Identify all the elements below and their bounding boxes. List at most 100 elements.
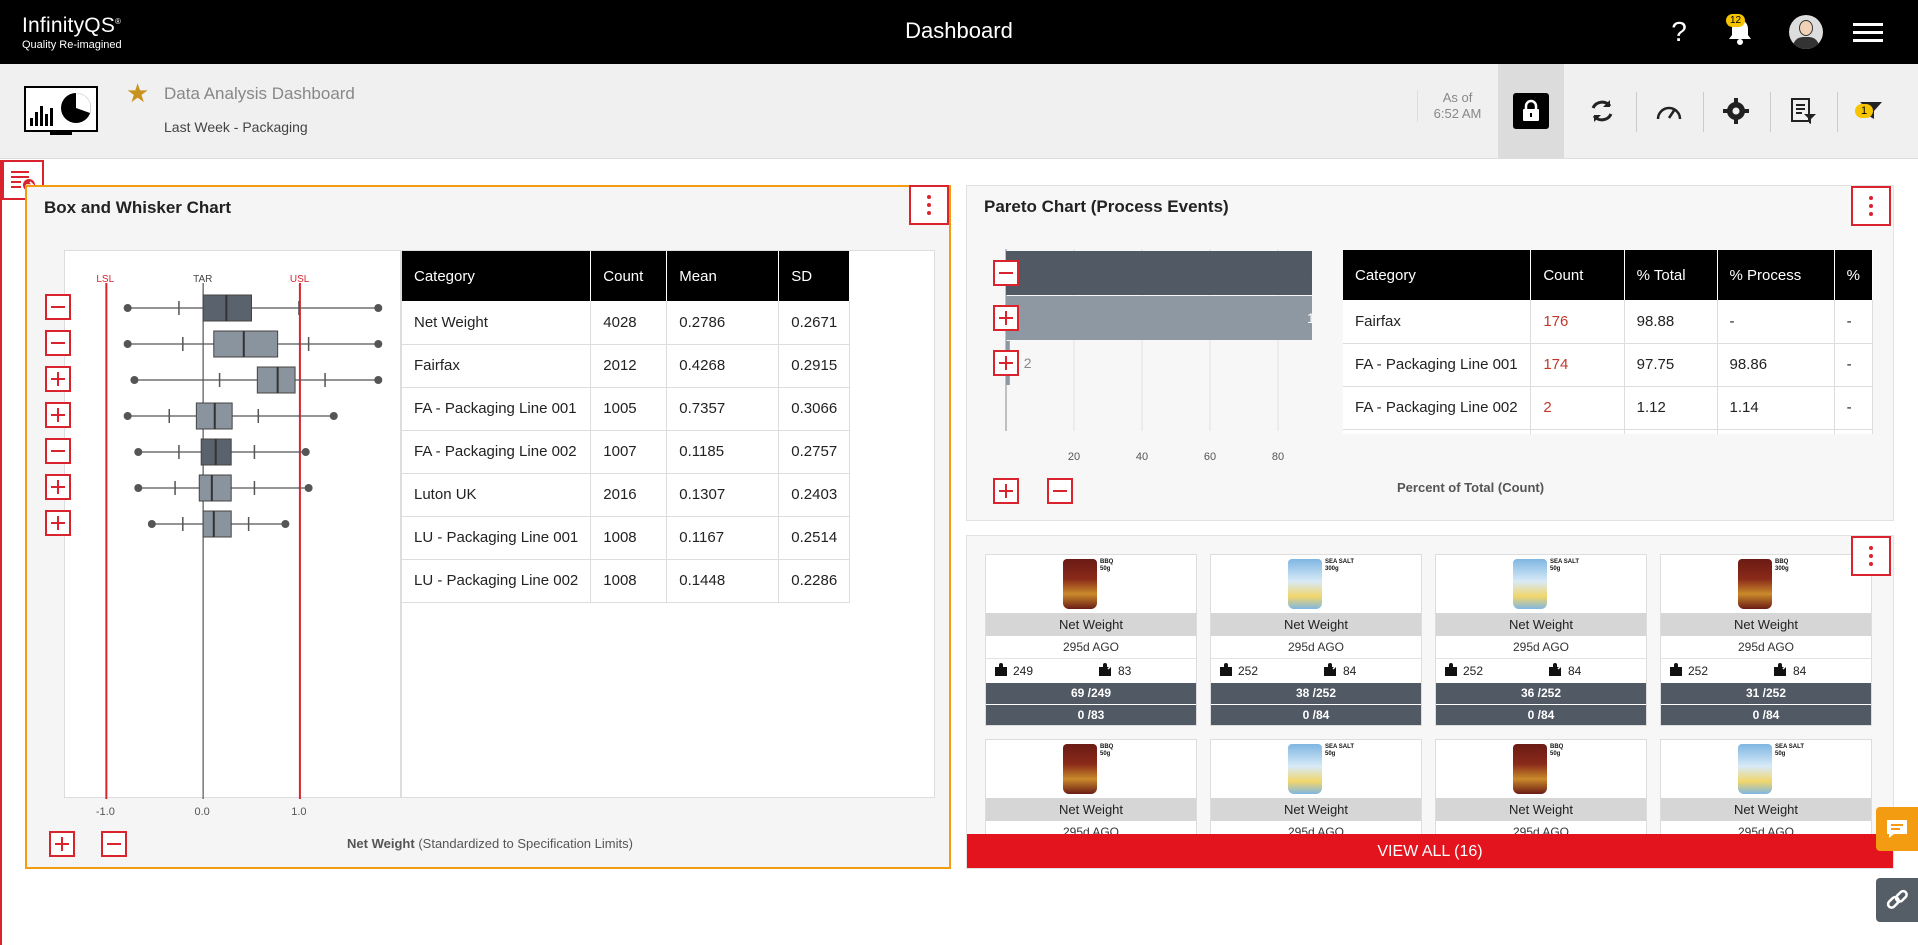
box-plot-4[interactable] — [134, 438, 310, 466]
measurement-tile[interactable]: SEA SALT 50g Net Weight 295d AGO — [1210, 739, 1422, 845]
bag-flavor-label: BBQ 300g — [1775, 559, 1789, 572]
performance-button[interactable] — [1636, 64, 1702, 158]
table-row[interactable]: LU - Packaging Line 002 1008 0.1448 0.2286 — [402, 559, 851, 603]
pareto-col-header[interactable]: Count — [1530, 250, 1625, 300]
pareto-menu-button[interactable] — [1851, 186, 1891, 226]
pareto-bar[interactable] — [1006, 296, 1312, 340]
table-row[interactable]: FA - Packaging Line 002 1007 0.1185 0.2757 — [402, 430, 851, 474]
bag-flavor-label: BBQ 50g — [1100, 744, 1114, 757]
expand-row-button[interactable] — [45, 402, 71, 428]
table-cell-process: 98.86 — [1717, 343, 1835, 387]
tile-stat-a: 249 — [1013, 664, 1034, 678]
max-marker — [374, 304, 383, 312]
bag-flavor-label: BBQ 50g — [1100, 559, 1114, 572]
table-row[interactable]: Luton UK 2016 0.1307 0.2403 — [402, 473, 851, 517]
box-iqr — [256, 366, 296, 394]
box-plot-3[interactable] — [123, 402, 338, 430]
tile-stats: 249 83 — [986, 659, 1196, 683]
chat-button[interactable] — [1876, 807, 1918, 851]
measurement-tile[interactable]: BBQ 50g Net Weight 295d AGO — [1435, 739, 1647, 845]
measurement-tile[interactable]: BBQ 50g Net Weight 295d AGO 249 83 69 /249 0 /… — [985, 554, 1197, 726]
table-row[interactable]: FA - Packaging Line 001 1005 0.7357 0.3066 — [402, 387, 851, 431]
settings-button[interactable] — [1703, 64, 1769, 158]
measurement-tile[interactable]: BBQ 50g Net Weight 295d AGO — [985, 739, 1197, 845]
menu-button[interactable] — [1850, 0, 1886, 64]
box-plot-2[interactable] — [130, 366, 383, 394]
notification-badge: 12 — [1726, 14, 1746, 27]
box-whisker-col-header[interactable]: Count — [590, 251, 668, 301]
report-filter-button[interactable] — [1770, 64, 1836, 158]
table-cell-total: 97.75 — [1624, 343, 1718, 387]
filter-count-badge: 1 — [1855, 104, 1874, 118]
pareto-x-tick: 80 — [1271, 451, 1285, 463]
chip-bag-icon — [1288, 744, 1322, 794]
box-plot-6[interactable] — [147, 510, 290, 538]
box-whisker-col-header[interactable]: Category — [402, 251, 592, 301]
expand-row-button[interactable] — [993, 305, 1019, 331]
bag-flavor-label: SEA SALT 50g — [1550, 559, 1580, 572]
pareto-col-header[interactable]: Category — [1343, 250, 1532, 300]
gear-icon — [1723, 98, 1749, 124]
user-avatar[interactable] — [1788, 0, 1824, 64]
box-plot-1[interactable] — [123, 330, 383, 358]
measurement-tile[interactable]: BBQ 300g Net Weight 295d AGO 252 84 31 /252 0 … — [1660, 554, 1872, 726]
table-cell-count: 1008 — [590, 516, 668, 560]
collapse-row-button[interactable] — [45, 330, 71, 356]
box-whisker-col-header[interactable]: Mean — [666, 251, 780, 301]
filter-button[interactable]: 1 — [1837, 64, 1903, 158]
table-cell — [1717, 429, 1835, 434]
table-cell-count[interactable]: 174 — [1530, 343, 1625, 387]
table-row[interactable]: FA - Packaging Line 002 2 1.12 1.14- — [1343, 386, 1873, 430]
pareto-col-header[interactable]: % Total — [1624, 250, 1718, 300]
measurement-tile[interactable]: SEA SALT 50g Net Weight 295d AGO — [1660, 739, 1872, 845]
table-cell-count[interactable]: 176 — [1530, 300, 1625, 344]
collapse-row-button[interactable] — [993, 260, 1019, 286]
as-of-label: As of — [1442, 90, 1473, 105]
expand-row-button[interactable] — [45, 366, 71, 392]
table-cell-sd: 0.2514 — [778, 516, 851, 560]
table-row[interactable]: Fairfax 2012 0.4268 0.2915 — [402, 344, 851, 388]
table-cell — [1343, 429, 1532, 434]
box-plot-5[interactable] — [134, 474, 313, 502]
pareto-bar[interactable] — [1006, 251, 1312, 295]
expand-row-button[interactable] — [45, 474, 71, 500]
pareto-col-header[interactable]: % — [1834, 250, 1873, 300]
box-whisker-col-header[interactable]: SD — [778, 251, 851, 301]
refresh-button[interactable] — [1569, 64, 1635, 158]
collapse-row-button[interactable] — [45, 294, 71, 320]
table-row[interactable]: Fairfax 176 98.88- - — [1343, 300, 1873, 344]
box-whisker-menu-button[interactable] — [909, 185, 949, 225]
help-icon[interactable]: ? — [1664, 0, 1694, 64]
x-tick-label: 0.0 — [194, 806, 210, 818]
lock-button[interactable] — [1498, 64, 1564, 158]
notifications-button[interactable]: 12 — [1718, 0, 1762, 64]
tiles-menu-button[interactable] — [1851, 536, 1891, 576]
tile-stats: 252 84 — [1211, 659, 1421, 683]
expand-row-button[interactable] — [993, 350, 1019, 376]
table-row[interactable]: Net Weight 4028 0.2786 0.2671 — [402, 301, 851, 345]
collapse-row-button[interactable] — [45, 438, 71, 464]
speedometer-icon — [1656, 106, 1682, 120]
pareto-col-header[interactable]: % Process — [1717, 250, 1835, 300]
table-row[interactable] — [1343, 429, 1873, 434]
measurement-tile[interactable]: SEA SALT 300g Net Weight 295d AGO 252 84 38 /… — [1210, 554, 1422, 726]
box-plot-0[interactable] — [123, 294, 383, 322]
table-cell-mean: 0.1448 — [666, 559, 780, 603]
table-cell-sd: 0.2757 — [778, 430, 851, 474]
table-row[interactable]: FA - Packaging Line 001 174 97.75 98.86- — [1343, 343, 1873, 387]
expand-row-button[interactable] — [45, 510, 71, 536]
x-tick-label: -1.0 — [95, 806, 115, 818]
table-cell — [1530, 429, 1625, 434]
table-row[interactable]: LU - Packaging Line 001 1008 0.1167 0.2514 — [402, 516, 851, 560]
measurement-tile[interactable]: SEA SALT 50g Net Weight 295d AGO 252 84 36 /2… — [1435, 554, 1647, 726]
tile-feature-name: Net Weight — [986, 613, 1196, 636]
table-cell-extra: - — [1834, 386, 1873, 430]
table-cell-count[interactable]: 2 — [1530, 386, 1625, 430]
max-marker — [374, 340, 383, 348]
view-all-button[interactable]: VIEW ALL (16) — [967, 834, 1893, 868]
link-button[interactable] — [1876, 878, 1918, 922]
product-image: BBQ 50g — [986, 555, 1196, 613]
table-cell-category: FA - Packaging Line 001 — [402, 387, 592, 431]
favorite-star-icon[interactable]: ★ — [126, 78, 149, 109]
table-cell-count: 1005 — [590, 387, 668, 431]
